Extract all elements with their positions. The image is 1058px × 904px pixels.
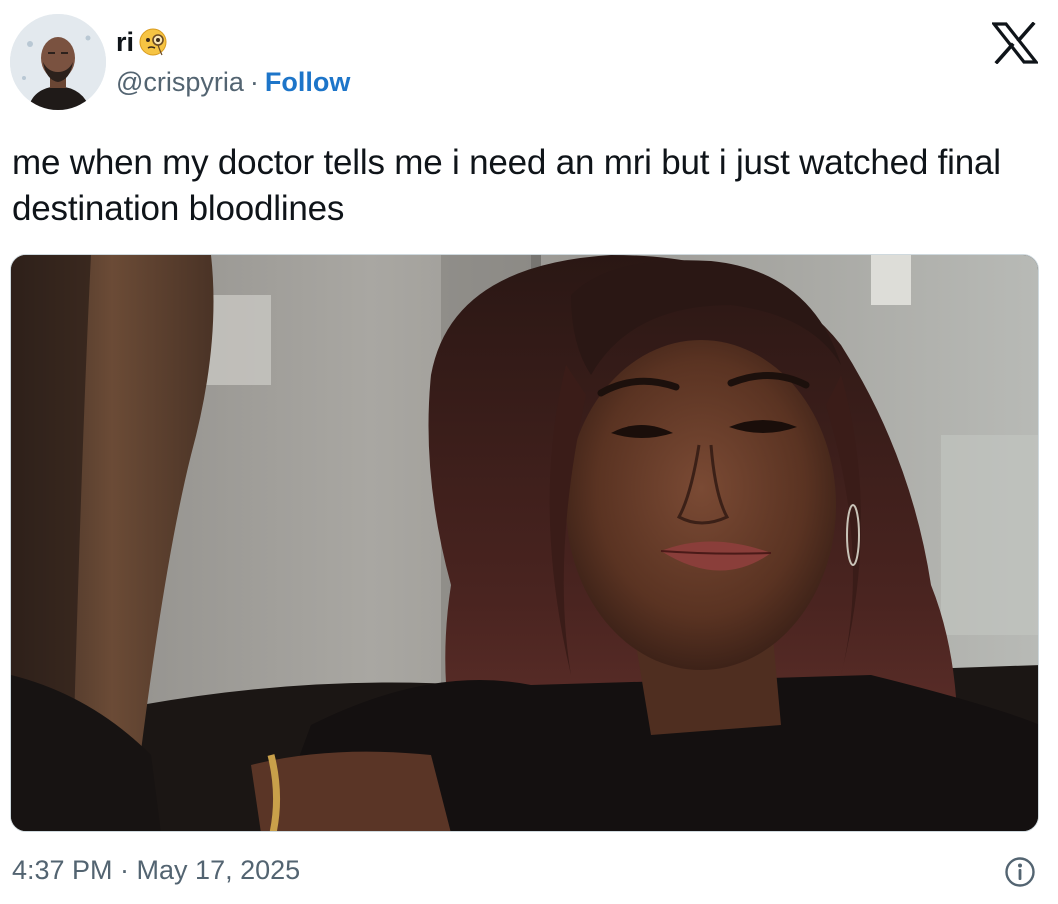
tweet-timestamp[interactable]: 4:37 PM · May 17, 2025	[12, 852, 300, 888]
x-logo-icon[interactable]	[990, 21, 1040, 65]
author-name-text: ri	[116, 27, 135, 57]
author-handle-row: @crispyria · Follow	[116, 66, 350, 98]
monocle-face-emoji-icon	[138, 27, 168, 57]
tweet-card: ri @crispyria · Follow me when my doctor…	[0, 0, 1058, 904]
follow-button[interactable]: Follow	[265, 66, 350, 98]
author-handle[interactable]: @crispyria	[116, 66, 244, 98]
author-display-name[interactable]: ri	[116, 26, 168, 58]
separator-dot: ·	[249, 67, 259, 97]
tweet-media-photo[interactable]	[10, 254, 1039, 832]
photo-image	[11, 255, 1038, 831]
tweet-text: me when my doctor tells me i need an mri…	[12, 143, 1001, 228]
avatar-image	[10, 14, 106, 110]
author-avatar[interactable]	[10, 14, 106, 110]
info-icon[interactable]	[1004, 856, 1036, 888]
